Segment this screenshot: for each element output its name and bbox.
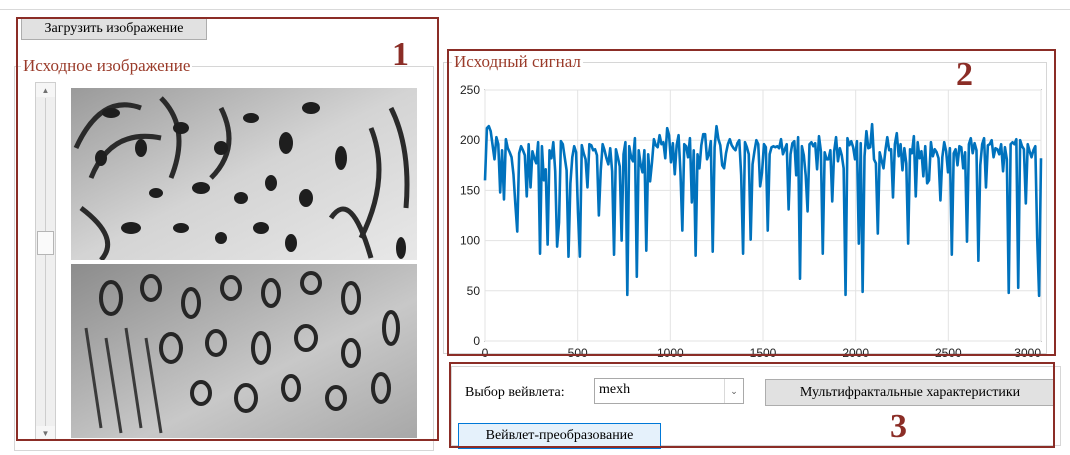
top-divider bbox=[0, 9, 1070, 10]
panel-1-highlight bbox=[16, 17, 439, 441]
panel-3-number: 3 bbox=[890, 408, 907, 445]
panel-3-highlight bbox=[449, 362, 1055, 448]
panel-2-number: 2 bbox=[956, 56, 973, 93]
panel-1-number: 1 bbox=[392, 36, 409, 73]
panel-2-highlight bbox=[447, 49, 1056, 356]
